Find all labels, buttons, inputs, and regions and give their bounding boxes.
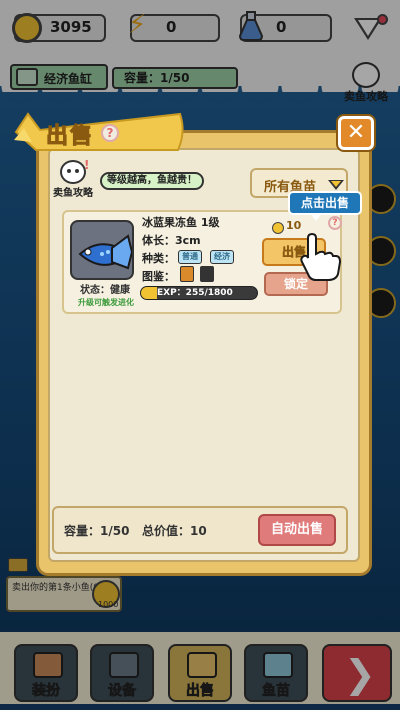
ghost-guide-icon bbox=[60, 160, 86, 184]
fish-dex-label: 图鉴： bbox=[142, 270, 175, 283]
dex-book-locked-icon bbox=[200, 266, 214, 282]
price-coin-icon bbox=[272, 222, 284, 234]
fish-icon bbox=[78, 234, 132, 270]
dex-book-icon bbox=[180, 266, 194, 282]
summary-total-value: 总价值：10 bbox=[142, 524, 207, 538]
exp-bar-fill bbox=[141, 287, 158, 299]
evolve-hint: 升级可触发进化 bbox=[78, 298, 134, 307]
modal-title: 出售 bbox=[45, 124, 95, 150]
price-help-button[interactable]: ? bbox=[328, 216, 342, 230]
fish-status: 状态：健康 bbox=[80, 285, 130, 296]
fish-portrait bbox=[70, 220, 134, 280]
guide-hint-bubble: 等级越高，鱼越贵！ bbox=[100, 172, 204, 190]
help-button[interactable]: ? bbox=[101, 124, 119, 142]
fish-length: 体长：3cm bbox=[142, 234, 201, 247]
fish-price: 10 bbox=[286, 219, 302, 232]
tutorial-tooltip: 点击出售 bbox=[288, 191, 362, 221]
auto-sell-button[interactable]: 自动出售 bbox=[258, 514, 336, 546]
pointing-hand-icon bbox=[300, 232, 342, 281]
title-banner bbox=[14, 112, 184, 151]
fish-type-label: 种类： bbox=[142, 252, 175, 265]
fish-name: 冰蓝果冻鱼 1级 bbox=[142, 216, 220, 229]
summary-capacity: 容量：1/50 bbox=[64, 524, 130, 538]
fish-tag-economy: 经济 bbox=[210, 250, 234, 264]
exp-bar: EXP：255/1800 bbox=[140, 286, 258, 300]
alert-icon: ! bbox=[84, 158, 90, 172]
close-button[interactable]: ✕ bbox=[338, 116, 374, 150]
chevron-down-fill bbox=[331, 181, 341, 187]
sell-guide-text: 卖鱼攻略 bbox=[53, 188, 93, 199]
sell-guide-button[interactable]: ! 卖鱼攻略 bbox=[48, 158, 98, 200]
fish-tag-normal: 普通 bbox=[178, 250, 202, 264]
exp-text: EXP：255/1800 bbox=[157, 288, 233, 298]
